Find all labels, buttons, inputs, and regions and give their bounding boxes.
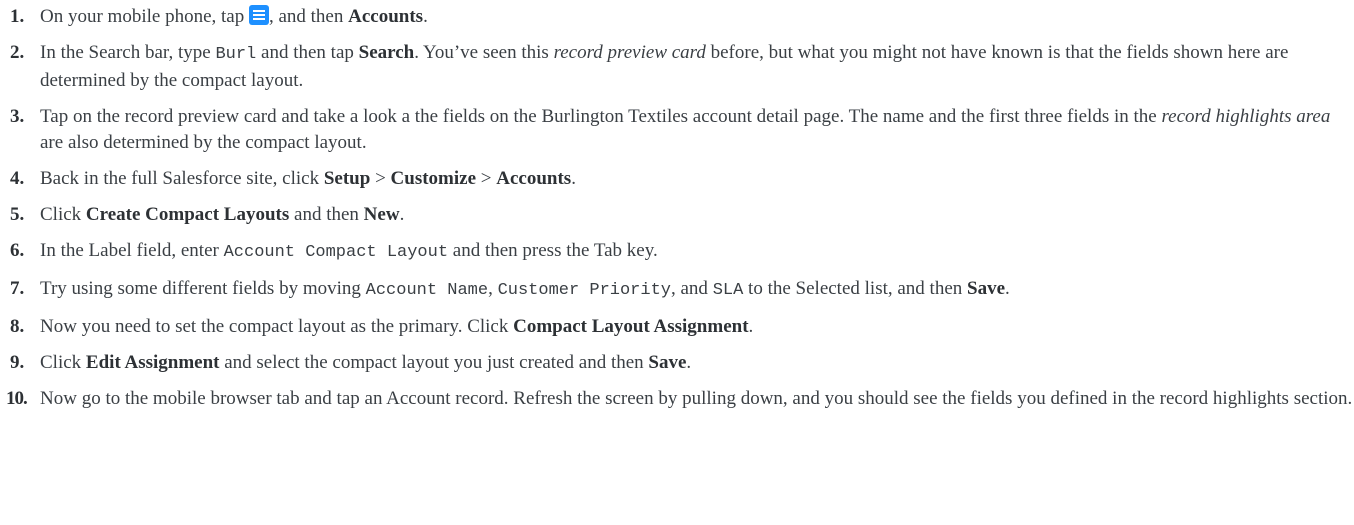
step-number: 9. [10, 352, 25, 373]
create-compact-layouts-label: Create Compact Layouts [85, 204, 290, 225]
record-preview-card-term: record preview card [553, 42, 706, 63]
step-number: 3. [10, 106, 25, 127]
step-9: 9. Click Edit Assignment and select the … [0, 350, 1354, 376]
new-label: New [363, 204, 400, 225]
layout-name-code: Account Compact Layout [223, 243, 449, 262]
step-number: 5. [10, 204, 25, 225]
setup-label: Setup [323, 168, 371, 189]
step-number: 6. [10, 240, 25, 261]
field-customer-priority-code: Customer Priority [497, 281, 671, 300]
save-label: Save [648, 352, 687, 373]
accounts-label: Accounts [348, 6, 424, 27]
customize-label: Customize [390, 168, 477, 189]
field-account-name-code: Account Name [365, 281, 489, 300]
step-8: 8. Now you need to set the compact layou… [0, 314, 1354, 340]
accounts-label: Accounts [496, 168, 572, 189]
step-7: 7. Try using some different fields by mo… [10, 278, 1010, 300]
step-number: 10. [6, 388, 28, 409]
step-4: 4. Back in the full Salesforce site, cli… [0, 166, 1354, 192]
step-number: 2. [10, 42, 25, 63]
step-10: 10. Now go to the mobile browser tab and… [0, 386, 1354, 412]
step-number: 4. [10, 168, 25, 189]
compact-layout-assignment-label: Compact Layout Assignment [513, 316, 749, 337]
field-sla-code: SLA [712, 281, 744, 300]
save-label: Save [967, 278, 1006, 299]
hamburger-menu-icon [248, 5, 269, 25]
edit-assignment-label: Edit Assignment [85, 352, 220, 373]
step-number: 1. [10, 6, 25, 27]
instruction-steps: 1. On your mobile phone, tap , and then … [0, 4, 1354, 422]
search-term-code: Burl [215, 45, 257, 64]
step-6: 6. In the Label field, enter Account Com… [10, 240, 658, 262]
step-1: 1. On your mobile phone, tap , and then … [0, 4, 1354, 30]
step-number: 8. [10, 316, 25, 337]
step-5: 5. Click Create Compact Layouts and then… [0, 202, 1354, 228]
step-number: 7. [10, 278, 25, 299]
record-highlights-term: record highlights area [1161, 106, 1331, 127]
step-2: 2. In the Search bar, type Burl and then… [10, 42, 1289, 91]
step-3: 3. Tap on the record preview card and ta… [10, 106, 1331, 153]
search-label: Search [358, 42, 415, 63]
